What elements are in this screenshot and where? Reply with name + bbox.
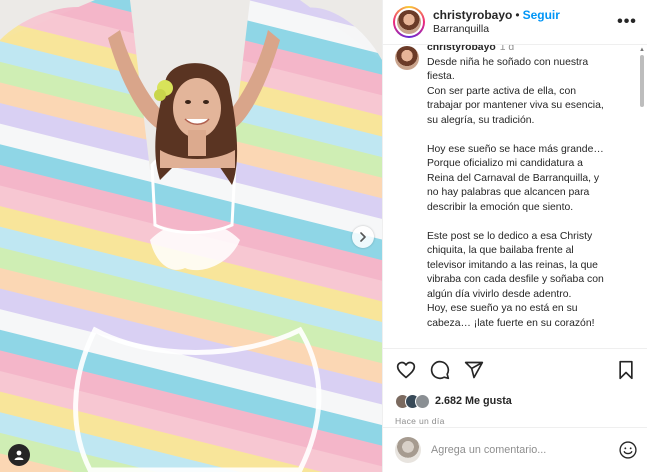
share-icon <box>464 361 484 378</box>
likes-row: 2.682 Me gusta <box>383 390 647 412</box>
heart-icon <box>396 361 416 378</box>
caption-line: describir la emoción que siento. <box>427 201 574 213</box>
author-info: christyrobayo • Seguir Barranquilla <box>433 8 617 36</box>
scroll-up-arrow-icon[interactable]: ▲ <box>639 47 645 53</box>
action-bar <box>383 348 647 390</box>
caption-line: Hoy ese sueño se hace más grande… <box>427 143 604 155</box>
caption-line: chiquita, la que bailaba frente al <box>427 245 574 256</box>
comment-icon <box>430 360 450 379</box>
caption-line: fiesta. <box>427 71 455 82</box>
post-date[interactable]: Hace un día <box>383 412 647 426</box>
share-button[interactable] <box>463 359 485 381</box>
comments-area[interactable]: christyrobayo 1 d Desde niña he soñado co… <box>383 45 647 348</box>
caption-username[interactable]: christyrobayo <box>427 45 496 53</box>
tagged-users-button[interactable] <box>8 444 30 466</box>
liker-avatar <box>415 393 430 409</box>
caption-line: Este post se lo dedico a esa Christy <box>427 230 593 242</box>
caption-line: Con ser parte activa de ella, con <box>427 85 577 97</box>
follow-button[interactable]: Seguir <box>523 8 560 22</box>
caption: christyrobayo 1 d Desde niña he soñado co… <box>395 45 633 331</box>
like-button[interactable] <box>395 359 417 381</box>
caption-line: no hay palabras que alcancen para <box>427 187 590 198</box>
save-button[interactable] <box>615 359 637 381</box>
caption-line: Reina del Carnaval de Barranquilla, y <box>427 172 600 184</box>
likes-count[interactable]: 2.682 Me gusta <box>435 395 512 407</box>
caption-line: trabajar por mantener viva su esencia, <box>427 100 604 111</box>
caption-gap <box>427 215 633 230</box>
next-photo-button[interactable] <box>352 226 374 248</box>
caption-body: christyrobayo 1 d Desde niña he soñado co… <box>427 45 633 331</box>
add-comment-bar: Agrega un comentario... <box>383 427 647 472</box>
caption-line: cabeza… ¡late fuerte en su corazón! <box>427 317 595 329</box>
caption-line: vibraba con cada desfile y soñaba con <box>427 274 604 285</box>
author-avatar[interactable] <box>393 6 425 38</box>
caption-time[interactable]: 1 d <box>500 45 514 53</box>
caption-gap <box>427 128 633 143</box>
post-photo[interactable] <box>0 0 382 472</box>
comment-button[interactable] <box>429 359 451 381</box>
caption-line: Desde niña he soñado con nuestra <box>427 56 589 68</box>
caption-avatar[interactable] <box>395 46 419 70</box>
caption-line: su alegría, su tradición. <box>427 114 535 126</box>
caption-line: Hoy, ese sueño ya no está en su <box>427 303 578 314</box>
emoji-icon[interactable] <box>618 440 638 460</box>
dancer-image <box>0 0 382 472</box>
current-user-avatar <box>395 437 421 463</box>
more-options-icon[interactable]: ••• <box>617 13 637 31</box>
next-arrow-icon <box>360 232 366 242</box>
author-username[interactable]: christyrobayo <box>433 8 512 22</box>
post-header: christyrobayo • Seguir Barranquilla ••• <box>383 0 647 45</box>
user-tag-icon <box>14 450 24 460</box>
post-location[interactable]: Barranquilla <box>433 22 617 36</box>
scrollbar-thumb[interactable] <box>640 55 644 107</box>
save-icon <box>619 360 633 379</box>
comments-scrollbar[interactable]: ▲ <box>639 47 645 347</box>
caption-line: televisor imitando a las reinas, la que <box>427 259 598 271</box>
caption-line: Porque oficializo mi candidatura a <box>427 158 583 169</box>
comment-input[interactable]: Agrega un comentario... <box>431 444 618 456</box>
separator-dot: • <box>515 8 520 22</box>
liker-avatars[interactable] <box>395 393 430 409</box>
caption-line: algún día vivirlo desde adentro. <box>427 288 572 300</box>
post-side-panel: christyrobayo • Seguir Barranquilla ••• ch… <box>382 0 647 472</box>
